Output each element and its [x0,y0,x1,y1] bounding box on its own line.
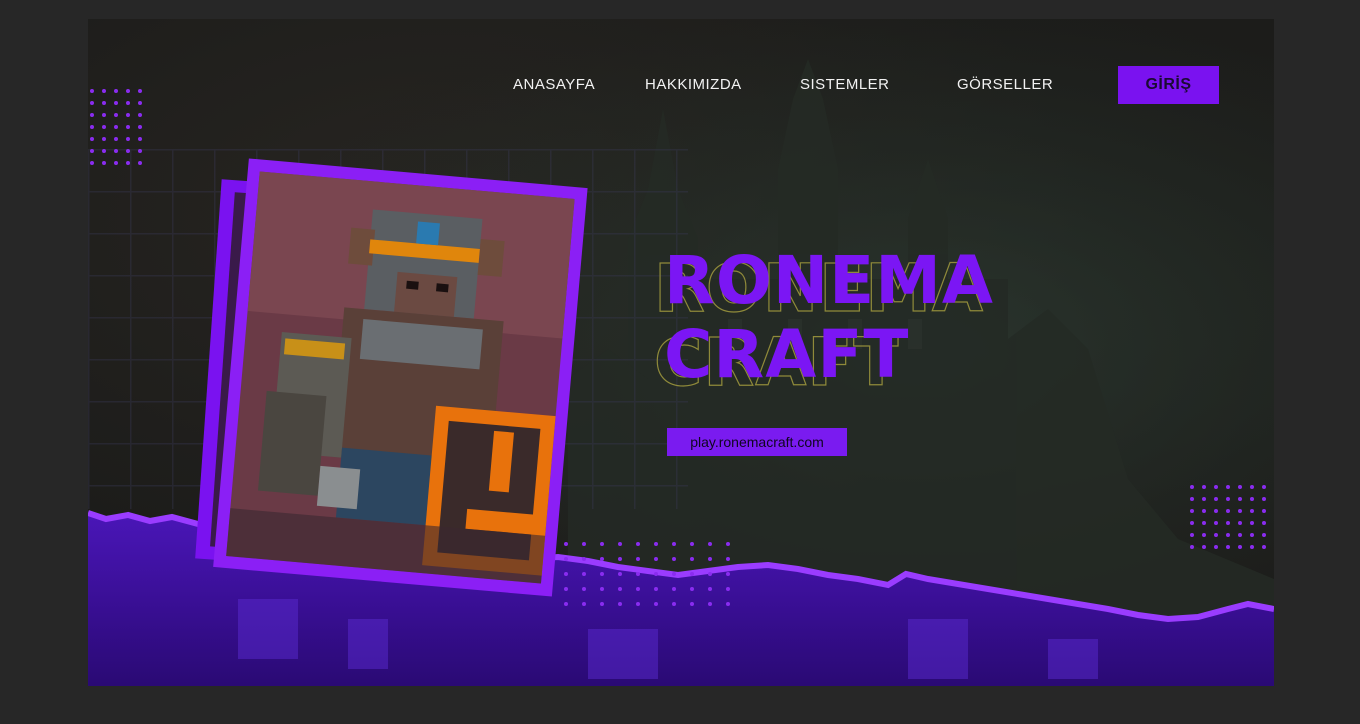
hero-title-line2: CRAFT [664,316,910,393]
hero-title: RONEMA CRAFT RONEMA CRAFT [653,242,995,401]
nav-about[interactable]: HAKKIMIZDA [645,76,742,93]
nav-systems[interactable]: SISTEMLER [800,76,890,93]
main-navigation: ANASAYFA HAKKIMIZDA SISTEMLER GÖRSELLER … [88,19,1274,149]
hero-title-line1: RONEMA [664,242,995,319]
login-button[interactable]: GİRİŞ [1118,66,1219,104]
character-card [195,158,588,597]
server-ip-button[interactable]: play.ronemacraft.com [667,428,847,456]
nav-gallery[interactable]: GÖRSELLER [957,76,1053,93]
nav-home[interactable]: ANASAYFA [513,76,595,93]
hero-section: ANASAYFA HAKKIMIZDA SISTEMLER GÖRSELLER … [88,19,1274,686]
minecraft-knight-illustration [226,171,575,584]
